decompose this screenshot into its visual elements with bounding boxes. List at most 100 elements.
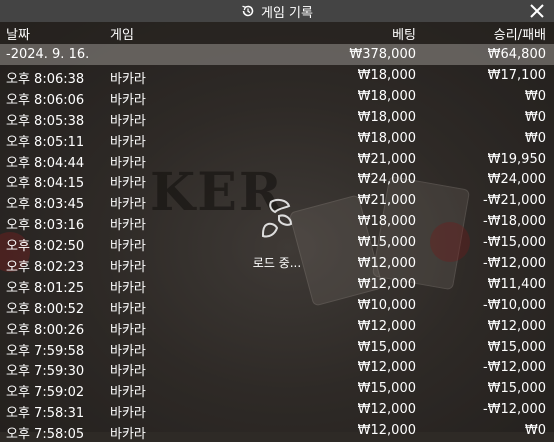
row-time: 오후 8:00:52 <box>6 301 85 317</box>
row-result: -₩12,000 <box>482 360 546 376</box>
row-time: 오후 8:00:26 <box>6 322 85 338</box>
close-button[interactable] <box>528 2 546 20</box>
row-bet: ₩12,000 <box>357 402 416 418</box>
row-game: 바카라 <box>110 134 146 150</box>
row-game: 바카라 <box>110 72 146 87</box>
row-time: 오후 8:03:16 <box>6 218 85 234</box>
history-row[interactable]: 오후 8:00:26 바카라 ₩12,000 ₩12,000 <box>0 317 554 338</box>
row-time: 오후 8:05:11 <box>6 134 85 150</box>
row-game: 바카라 <box>110 239 146 255</box>
row-game: 바카라 <box>110 385 146 401</box>
history-row[interactable]: 오후 7:58:31 바카라 ₩12,000 -₩12,000 <box>0 400 554 421</box>
history-row[interactable]: 오후 8:05:38 바카라 ₩18,000 ₩0 <box>0 108 554 129</box>
row-game: 바카라 <box>110 301 146 317</box>
row-game: 바카라 <box>110 155 146 171</box>
row-game: 바카라 <box>110 406 146 422</box>
summary-bet: ₩378,000 <box>349 47 416 62</box>
column-header-bet[interactable]: 베팅 <box>392 24 416 43</box>
history-row[interactable]: 오후 7:59:02 바카라 ₩15,000 ₩15,000 <box>0 379 554 400</box>
history-row[interactable]: 오후 7:59:58 바카라 ₩15,000 ₩15,000 <box>0 338 554 359</box>
history-row[interactable]: 오후 8:04:15 바카라 ₩24,000 ₩24,000 <box>0 170 554 191</box>
history-row[interactable]: 오후 8:04:44 바카라 ₩21,000 ₩19,950 <box>0 150 554 171</box>
row-time: 오후 8:06:06 <box>6 92 85 108</box>
row-game: 바카라 <box>110 322 146 338</box>
column-header-date[interactable]: 날짜 <box>6 24 30 43</box>
row-bet: ₩12,000 <box>357 423 416 439</box>
row-bet: ₩18,000 <box>357 88 416 104</box>
row-game: 바카라 <box>110 113 146 129</box>
row-bet: ₩21,000 <box>357 151 416 167</box>
row-result: -₩21,000 <box>482 193 546 209</box>
history-row[interactable]: 오후 7:59:30 바카라 ₩12,000 -₩12,000 <box>0 358 554 379</box>
row-bet: ₩18,000 <box>357 68 416 83</box>
row-bet: ₩15,000 <box>357 339 416 355</box>
row-result: -₩12,000 <box>482 256 546 272</box>
column-header-result[interactable]: 승리/패배 <box>494 24 546 43</box>
row-result: ₩15,000 <box>487 339 546 355</box>
row-game: 바카라 <box>110 218 146 234</box>
row-result: -₩15,000 <box>482 235 546 251</box>
history-row[interactable]: 오후 8:05:11 바카라 ₩18,000 ₩0 <box>0 129 554 150</box>
row-time: 오후 8:02:23 <box>6 260 85 276</box>
row-game: 바카라 <box>110 92 146 108</box>
row-game: 바카라 <box>110 427 146 442</box>
row-time: 오후 8:04:15 <box>6 176 85 192</box>
row-time: 오후 7:59:30 <box>6 364 85 380</box>
row-bet: ₩18,000 <box>357 214 416 230</box>
date-summary-row[interactable]: -2024. 9. 16. ₩378,000 ₩64,800 <box>0 44 554 65</box>
spinner-icon <box>261 198 293 238</box>
loading-indicator: 로드 중... <box>242 196 312 286</box>
row-result: -₩10,000 <box>482 297 546 313</box>
table-header: 날짜 게임 베팅 승리/패배 <box>0 22 554 44</box>
row-time: 오후 8:05:38 <box>6 113 85 129</box>
row-bet: ₩18,000 <box>357 109 416 125</box>
row-bet: ₩15,000 <box>357 381 416 397</box>
history-row[interactable]: 오후 8:06:38 바카라 ₩18,000 ₩17,100 <box>0 66 554 87</box>
row-result: -₩18,000 <box>482 214 546 230</box>
page-title: 게임 기록 <box>261 5 313 21</box>
row-bet: ₩24,000 <box>357 172 416 188</box>
loading-text: 로드 중... <box>252 256 302 270</box>
row-bet: ₩12,000 <box>357 276 416 292</box>
row-bet: ₩18,000 <box>357 130 416 146</box>
summary-date: -2024. 9. 16. <box>6 47 90 62</box>
row-game: 바카라 <box>110 280 146 296</box>
row-result: -₩12,000 <box>482 402 546 418</box>
row-time: 오후 8:02:50 <box>6 239 85 255</box>
row-result: ₩11,400 <box>487 276 546 292</box>
column-header-game[interactable]: 게임 <box>110 24 134 43</box>
row-time: 오후 7:59:58 <box>6 343 85 359</box>
close-icon <box>530 4 544 18</box>
title-bar: 게임 기록 <box>0 0 554 22</box>
row-bet: ₩12,000 <box>357 360 416 376</box>
row-bet: ₩10,000 <box>357 297 416 313</box>
row-result: ₩0 <box>524 109 546 125</box>
row-bet: ₩21,000 <box>357 193 416 209</box>
row-time: 오후 7:58:31 <box>6 406 85 422</box>
row-result: ₩19,950 <box>487 151 546 167</box>
row-time: 오후 8:06:38 <box>6 72 85 87</box>
row-time: 오후 8:04:44 <box>6 155 85 171</box>
row-bet: ₩12,000 <box>357 318 416 334</box>
row-game: 바카라 <box>110 260 146 276</box>
history-row[interactable]: 오후 8:00:52 바카라 ₩10,000 -₩10,000 <box>0 296 554 317</box>
row-result: ₩12,000 <box>487 318 546 334</box>
row-game: 바카라 <box>110 197 146 213</box>
row-time: 오후 8:01:25 <box>6 280 85 296</box>
row-result: ₩0 <box>524 130 546 146</box>
row-time: 오후 8:03:45 <box>6 197 85 213</box>
row-result: ₩24,000 <box>487 172 546 188</box>
row-bet: ₩15,000 <box>357 235 416 251</box>
row-result: ₩17,100 <box>487 68 546 83</box>
row-time: 오후 7:58:05 <box>6 427 85 442</box>
row-bet: ₩12,000 <box>357 256 416 272</box>
row-game: 바카라 <box>110 343 146 359</box>
row-game: 바카라 <box>110 176 146 192</box>
summary-result: ₩64,800 <box>487 47 546 62</box>
row-result: ₩0 <box>524 88 546 104</box>
row-result: ₩0 <box>524 423 546 439</box>
history-row[interactable]: 오후 8:06:06 바카라 ₩18,000 ₩0 <box>0 87 554 108</box>
row-game: 바카라 <box>110 364 146 380</box>
history-icon <box>241 4 255 18</box>
row-time: 오후 7:59:02 <box>6 385 85 401</box>
